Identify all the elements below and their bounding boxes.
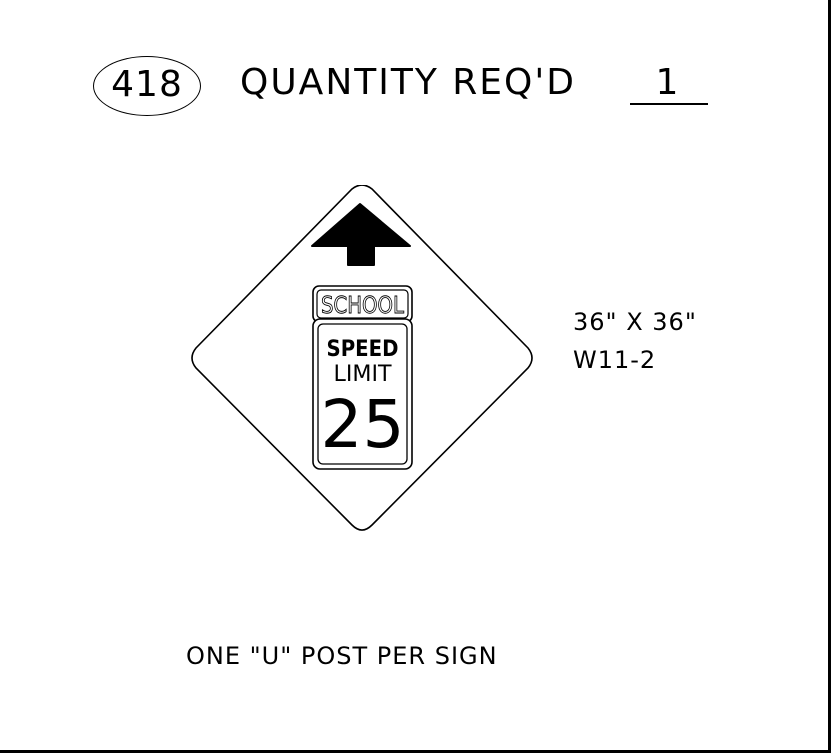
quantity-value: 1 bbox=[655, 62, 679, 103]
school-text: SCHOOL bbox=[321, 293, 404, 319]
sign-size: 36" X 36" bbox=[573, 308, 697, 336]
quantity-underline bbox=[630, 103, 708, 105]
speed-text: SPEED bbox=[327, 337, 399, 362]
quantity-label: QUANTITY REQ'D bbox=[240, 62, 576, 103]
post-note: ONE "U" POST PER SIGN bbox=[186, 642, 498, 670]
sign-code: W11-2 bbox=[573, 346, 657, 374]
limit-text: LIMIT bbox=[334, 362, 393, 387]
sign-drawing: SCHOOL SPEED LIMIT 25 bbox=[191, 185, 533, 531]
speed-value: 25 bbox=[321, 386, 405, 463]
school-speed-limit-sign: SCHOOL SPEED LIMIT 25 bbox=[188, 185, 536, 531]
sign-number: 418 bbox=[111, 64, 183, 105]
